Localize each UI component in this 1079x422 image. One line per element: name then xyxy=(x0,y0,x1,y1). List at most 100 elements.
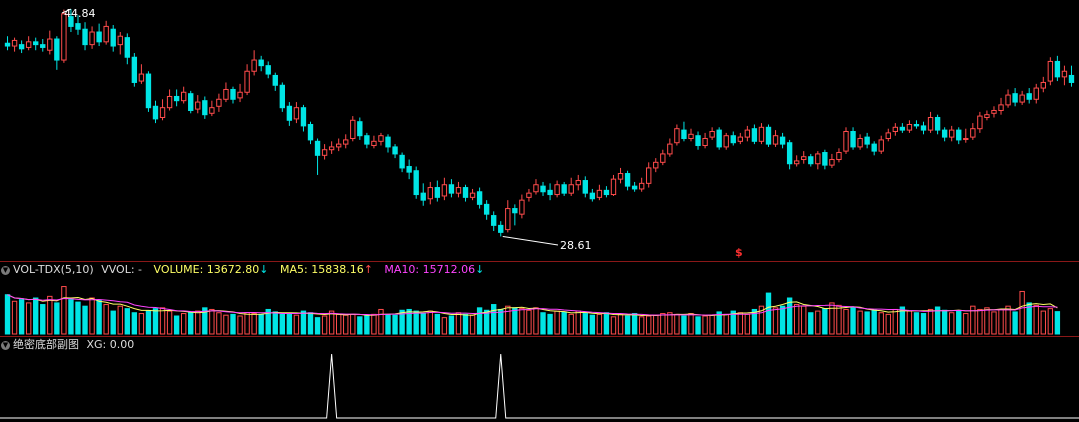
volume-bar xyxy=(448,315,455,335)
volume-bar xyxy=(646,315,652,335)
dollar-icon[interactable]: $ xyxy=(735,246,743,260)
volume-bar xyxy=(159,307,166,335)
candle-body xyxy=(159,107,166,118)
candle-body xyxy=(237,91,243,99)
volume-bar xyxy=(483,309,490,335)
candle-body xyxy=(279,84,286,109)
volume-bar xyxy=(336,313,342,335)
candle-body xyxy=(843,131,849,152)
volume-bar xyxy=(33,297,39,335)
volume-bar xyxy=(4,294,11,335)
candle-body xyxy=(11,39,18,47)
candle-body xyxy=(977,115,983,130)
candle-body xyxy=(610,178,617,196)
candle-body xyxy=(836,152,842,161)
candle-body xyxy=(786,142,793,165)
volume-bar xyxy=(582,313,588,335)
volume-bar xyxy=(941,309,948,335)
panel-separator-2 xyxy=(0,336,1079,337)
candle-body xyxy=(857,138,863,148)
candle-body xyxy=(998,104,1004,111)
candle-body xyxy=(801,156,807,161)
volume-bar xyxy=(286,313,293,335)
volume-bar xyxy=(18,299,25,335)
volume-bar xyxy=(808,312,814,335)
candle-body xyxy=(667,143,673,155)
volume-bar xyxy=(977,308,983,335)
candle-body xyxy=(223,88,229,100)
candle-body xyxy=(716,129,722,148)
volume-bar xyxy=(949,312,955,335)
candle-body xyxy=(1012,93,1018,103)
candle-body xyxy=(793,160,800,165)
volume-bar xyxy=(554,310,560,335)
candle-body xyxy=(695,135,701,147)
candle-body xyxy=(1005,94,1011,106)
candle-body xyxy=(448,184,455,194)
volume-bar xyxy=(455,312,462,335)
candle-body xyxy=(314,140,321,156)
candle-body xyxy=(321,149,328,156)
volume-bar xyxy=(321,315,328,335)
volume-bar xyxy=(216,312,222,335)
volume-bar xyxy=(688,313,694,335)
candle-body xyxy=(603,189,610,196)
candle-body xyxy=(744,129,751,138)
candle-body xyxy=(638,182,645,190)
candle-body xyxy=(427,187,433,200)
candle-body xyxy=(963,138,969,141)
candle-body xyxy=(1040,81,1046,89)
chevron-down-icon[interactable]: ▼ xyxy=(1,340,10,350)
candle-body xyxy=(589,192,596,200)
volume-bar xyxy=(195,310,201,335)
signal-indicator-name[interactable]: 绝密底部副图 xyxy=(13,338,79,351)
volume-bar xyxy=(878,312,884,335)
volume-bar xyxy=(124,308,130,335)
candle-body xyxy=(941,129,948,138)
volume-bar xyxy=(822,308,828,335)
candle-body xyxy=(476,191,483,205)
candle-body xyxy=(765,126,772,145)
candle-body xyxy=(723,135,729,148)
candle-body xyxy=(272,74,278,86)
candle-body xyxy=(343,139,349,145)
candle-body xyxy=(512,208,518,214)
candle-body xyxy=(491,215,497,226)
candle-body xyxy=(505,208,511,231)
candle-body xyxy=(47,38,53,51)
candle-body xyxy=(25,41,32,48)
candle-body xyxy=(1054,60,1061,78)
candle-body xyxy=(991,109,997,114)
candle-body xyxy=(984,114,990,118)
volume-bar xyxy=(695,316,701,335)
candle-body xyxy=(554,184,560,196)
candle-body xyxy=(286,105,293,121)
volume-bar xyxy=(801,305,807,335)
candle-body xyxy=(462,187,469,198)
signal-panel-header: ▼ 绝密底部副图 XG: 0.00 xyxy=(1,338,134,352)
candle-body xyxy=(40,44,46,48)
volume-bar xyxy=(293,314,300,335)
ma5-arrow-icon: ↑ xyxy=(363,263,373,276)
candle-body xyxy=(519,199,525,215)
candle-body xyxy=(829,159,835,166)
volume-value: VOLUME: 13672.80 xyxy=(153,263,260,276)
volume-bar xyxy=(223,314,229,335)
candle-body xyxy=(138,73,145,82)
candle-body xyxy=(364,135,370,145)
volume-bar xyxy=(913,312,920,335)
chevron-down-icon[interactable]: ▼ xyxy=(1,265,10,275)
volume-bar xyxy=(328,310,335,335)
volume-bar xyxy=(491,304,497,335)
volume-bar xyxy=(1054,311,1061,335)
candle-body xyxy=(547,189,553,196)
volume-bar xyxy=(209,308,215,335)
volume-bar xyxy=(674,313,680,335)
max-price-label: 44.84 xyxy=(64,7,96,20)
candle-body xyxy=(533,184,539,193)
candle-body xyxy=(1033,87,1039,100)
volume-indicator-name[interactable]: VOL-TDX(5,10) xyxy=(13,263,94,276)
candle-body xyxy=(230,88,236,100)
candle-body xyxy=(188,93,194,111)
candle-body xyxy=(949,129,955,138)
